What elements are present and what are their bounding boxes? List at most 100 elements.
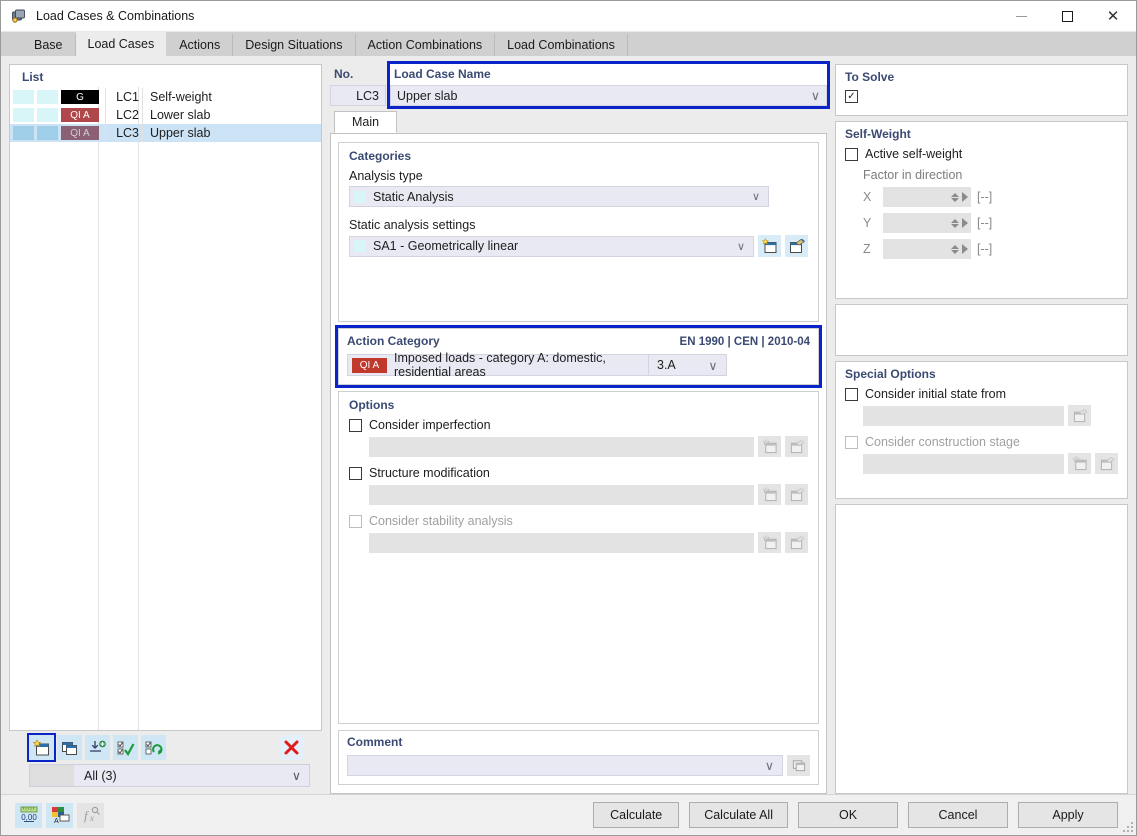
- construction-stage-input[interactable]: [863, 453, 1064, 474]
- units-button[interactable]: 0,00: [15, 802, 42, 828]
- minimize-button[interactable]: [998, 1, 1044, 32]
- static-settings-dropdown[interactable]: SA1 - Geometrically linear ∨: [349, 235, 754, 257]
- new-structure-modification-button[interactable]: [758, 484, 781, 505]
- load-case-no-input[interactable]: LC3: [330, 85, 386, 106]
- play-arrow-icon[interactable]: [962, 218, 968, 228]
- new-imperfection-button[interactable]: [758, 436, 781, 457]
- factor-z-input[interactable]: [883, 239, 971, 259]
- consider-imperfection-label: Consider imperfection: [369, 418, 491, 432]
- table-row[interactable]: G LC1 Self-weight: [10, 88, 321, 106]
- play-arrow-icon[interactable]: [962, 192, 968, 202]
- tab-base[interactable]: Base: [22, 34, 76, 56]
- resize-grip[interactable]: [1121, 820, 1133, 832]
- to-solve-checkbox[interactable]: ✓: [845, 90, 858, 103]
- consider-imperfection-checkbox[interactable]: [349, 418, 362, 432]
- analysis-type-dropdown[interactable]: Static Analysis ∨: [349, 186, 769, 207]
- cancel-button[interactable]: Cancel: [908, 802, 1008, 828]
- comment-row: ∨: [347, 755, 810, 776]
- spinner-arrows-icon[interactable]: [951, 218, 959, 228]
- invert-selection-button[interactable]: [141, 735, 166, 760]
- structure-modification-checkbox[interactable]: [349, 466, 362, 480]
- fx-icon: f x: [84, 806, 100, 823]
- load-case-name-label: Load Case Name: [394, 67, 491, 81]
- load-case-number: LC3: [105, 124, 143, 142]
- spinner-arrows-icon[interactable]: [951, 244, 959, 254]
- table-row-selected[interactable]: QI A LC3 Upper slab: [10, 124, 321, 142]
- edit-stability-button[interactable]: [785, 532, 808, 553]
- structure-modification-input[interactable]: [369, 484, 754, 505]
- factor-z-unit: [--]: [977, 242, 993, 256]
- new-construction-stage-button[interactable]: [1068, 453, 1091, 474]
- factor-direction-label: Factor in direction: [863, 168, 963, 182]
- delete-load-case-button[interactable]: [279, 735, 304, 760]
- consider-stability-checkbox[interactable]: [349, 514, 362, 528]
- action-category-dropdown[interactable]: QI A Imposed loads - category A: domesti…: [347, 351, 727, 379]
- options-title: Options: [349, 398, 395, 412]
- tab-actions[interactable]: Actions: [167, 34, 234, 56]
- action-category-badge: G: [61, 90, 99, 104]
- consider-stability-label: Consider stability analysis: [369, 514, 513, 528]
- edit-static-settings-button[interactable]: [785, 235, 808, 257]
- check-icon: ✓: [847, 91, 856, 102]
- tab-design-situations[interactable]: Design Situations: [233, 34, 356, 56]
- maximize-button[interactable]: [1044, 1, 1090, 32]
- imperfection-input[interactable]: [369, 436, 754, 457]
- edit-imperfection-button[interactable]: [785, 436, 808, 457]
- play-arrow-icon[interactable]: [962, 244, 968, 254]
- edit-construction-stage-button[interactable]: [1095, 453, 1118, 474]
- new-static-settings-button[interactable]: [758, 235, 781, 257]
- stability-input[interactable]: [369, 532, 754, 553]
- to-solve-title: To Solve: [845, 70, 895, 84]
- new-item-icon: [761, 535, 777, 550]
- chevron-down-icon: ∨: [291, 769, 301, 783]
- tab-main[interactable]: Main: [334, 111, 398, 133]
- initial-state-field-row: [845, 405, 1118, 426]
- edit-item-icon: [790, 439, 805, 454]
- special-options-group: Special Options Consider initial state f…: [835, 361, 1128, 499]
- edit-initial-state-button[interactable]: [1068, 405, 1091, 426]
- active-self-weight-row[interactable]: Active self-weight: [845, 147, 1118, 161]
- copy-load-case-button[interactable]: [57, 735, 82, 760]
- structure-modification-row[interactable]: Structure modification: [349, 466, 808, 480]
- tab-action-combinations[interactable]: Action Combinations: [355, 34, 496, 56]
- import-load-case-button[interactable]: [85, 735, 110, 760]
- factor-y-label: Y: [863, 216, 872, 230]
- active-self-weight-label: Active self-weight: [865, 147, 963, 161]
- active-self-weight-checkbox[interactable]: [845, 147, 858, 161]
- main-tab-panel: Categories Analysis type Static Analysis…: [330, 134, 827, 794]
- consider-imperfection-row[interactable]: Consider imperfection: [349, 418, 808, 432]
- new-stability-button[interactable]: [758, 532, 781, 553]
- spinner-arrows-icon[interactable]: [951, 192, 959, 202]
- display-properties-button[interactable]: A: [46, 802, 73, 828]
- factor-x-input[interactable]: [883, 187, 971, 207]
- new-load-case-button[interactable]: [27, 733, 56, 762]
- comment-library-button[interactable]: [787, 755, 810, 776]
- consider-initial-state-row[interactable]: Consider initial state from: [845, 387, 1118, 401]
- categories-title: Categories: [349, 149, 412, 163]
- initial-state-input[interactable]: [863, 405, 1064, 426]
- consider-construction-stage-checkbox[interactable]: [845, 435, 858, 449]
- table-row[interactable]: QI A LC2 Lower slab: [10, 106, 321, 124]
- ok-button[interactable]: OK: [798, 802, 898, 828]
- tab-load-cases[interactable]: Load Cases: [75, 32, 168, 56]
- factor-y-input[interactable]: [883, 213, 971, 233]
- calculate-button[interactable]: Calculate: [593, 802, 680, 828]
- edit-structure-modification-button[interactable]: [785, 484, 808, 505]
- chevron-down-icon: ∨: [751, 191, 760, 203]
- apply-button[interactable]: Apply: [1018, 802, 1118, 828]
- formula-button[interactable]: f x: [77, 802, 104, 828]
- consider-stability-row[interactable]: Consider stability analysis: [349, 514, 808, 528]
- comment-input[interactable]: ∨: [347, 755, 783, 776]
- close-button[interactable]: ✕: [1090, 1, 1136, 32]
- list-header: List: [22, 70, 44, 84]
- import-icon: [90, 740, 106, 752]
- select-all-button[interactable]: [113, 735, 138, 760]
- list-filter-dropdown[interactable]: All (3) ∨: [29, 764, 310, 787]
- calculate-all-button[interactable]: Calculate All: [689, 802, 788, 828]
- consider-construction-stage-row[interactable]: Consider construction stage: [845, 435, 1118, 449]
- edit-item-icon: [790, 535, 805, 550]
- tab-load-combinations[interactable]: Load Combinations: [495, 34, 628, 56]
- consider-initial-state-checkbox[interactable]: [845, 387, 858, 401]
- load-case-name-input[interactable]: Upper slab ∨: [390, 85, 827, 106]
- action-category-badge: QI A: [61, 108, 99, 122]
